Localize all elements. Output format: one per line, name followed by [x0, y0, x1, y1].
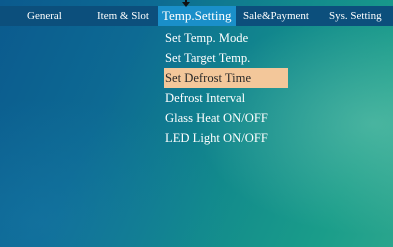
- tab-sys-setting[interactable]: Sys. Setting: [329, 8, 382, 25]
- tab-general[interactable]: General: [27, 8, 62, 25]
- menu-item-defrost-interval[interactable]: Defrost Interval: [164, 88, 288, 108]
- menu-item-set-defrost-time[interactable]: Set Defrost Time: [164, 68, 288, 88]
- tab-item-slot[interactable]: Item & Slot: [97, 8, 149, 25]
- settings-screen: General Item & Slot Temp.Setting Sale&Pa…: [0, 0, 393, 247]
- tab-temp-setting[interactable]: Temp.Setting: [158, 6, 236, 26]
- menu-item-glass-heat[interactable]: Glass Heat ON/OFF: [164, 108, 288, 128]
- menu-item-set-temp-mode[interactable]: Set Temp. Mode: [164, 28, 288, 48]
- menu-item-led-light[interactable]: LED Light ON/OFF: [164, 128, 288, 148]
- temp-setting-submenu: Set Temp. Mode Set Target Temp. Set Defr…: [164, 28, 288, 148]
- menu-item-set-target-temp[interactable]: Set Target Temp.: [164, 48, 288, 68]
- menu-bar: General Item & Slot Temp.Setting Sale&Pa…: [0, 6, 393, 26]
- tab-sale-payment[interactable]: Sale&Payment: [243, 8, 309, 25]
